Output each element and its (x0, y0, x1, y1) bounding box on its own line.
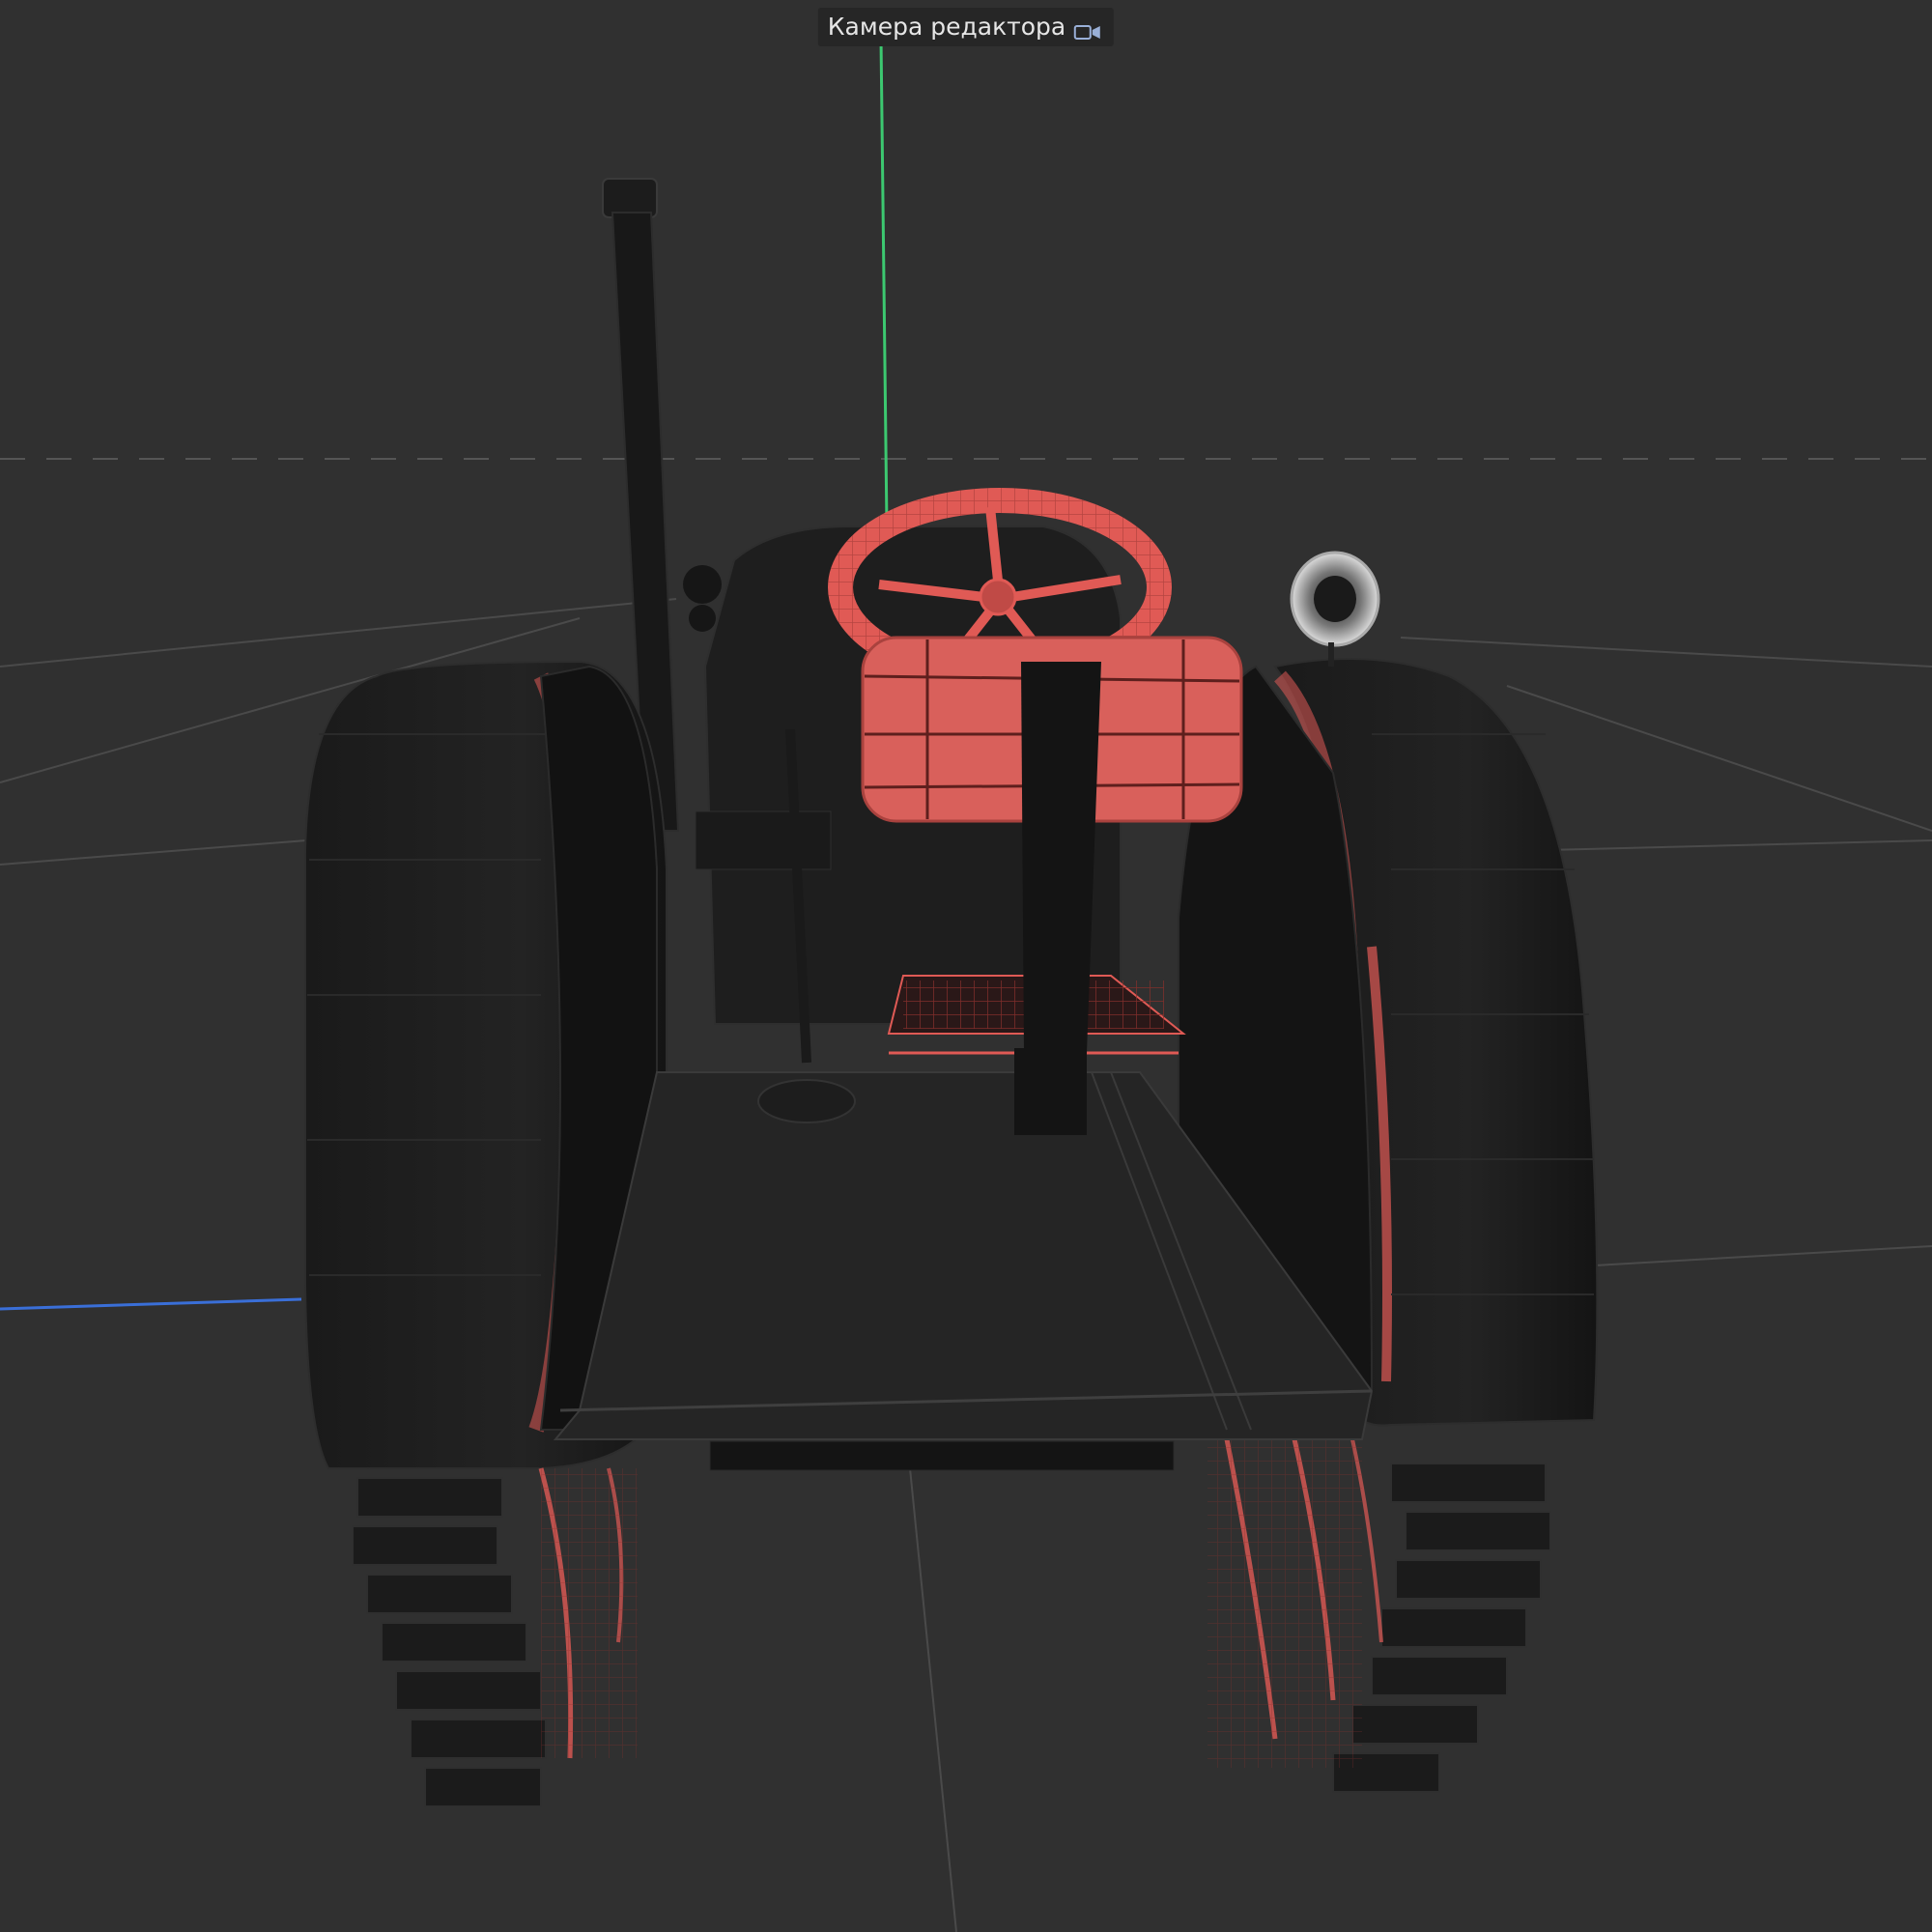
3d-viewport[interactable]: Камера редактора (0, 0, 1932, 1932)
camera-icon (1073, 16, 1102, 40)
tractor-model[interactable] (304, 178, 1599, 1807)
camera-label-text: Камера редактора (827, 13, 1066, 41)
editor-camera-selector[interactable]: Камера редактора (817, 8, 1115, 46)
gauge-dial[interactable] (1290, 551, 1380, 667)
x-axis-line (0, 1297, 302, 1311)
viewport-scene[interactable] (0, 0, 1932, 1932)
y-axis-line (879, 38, 889, 527)
